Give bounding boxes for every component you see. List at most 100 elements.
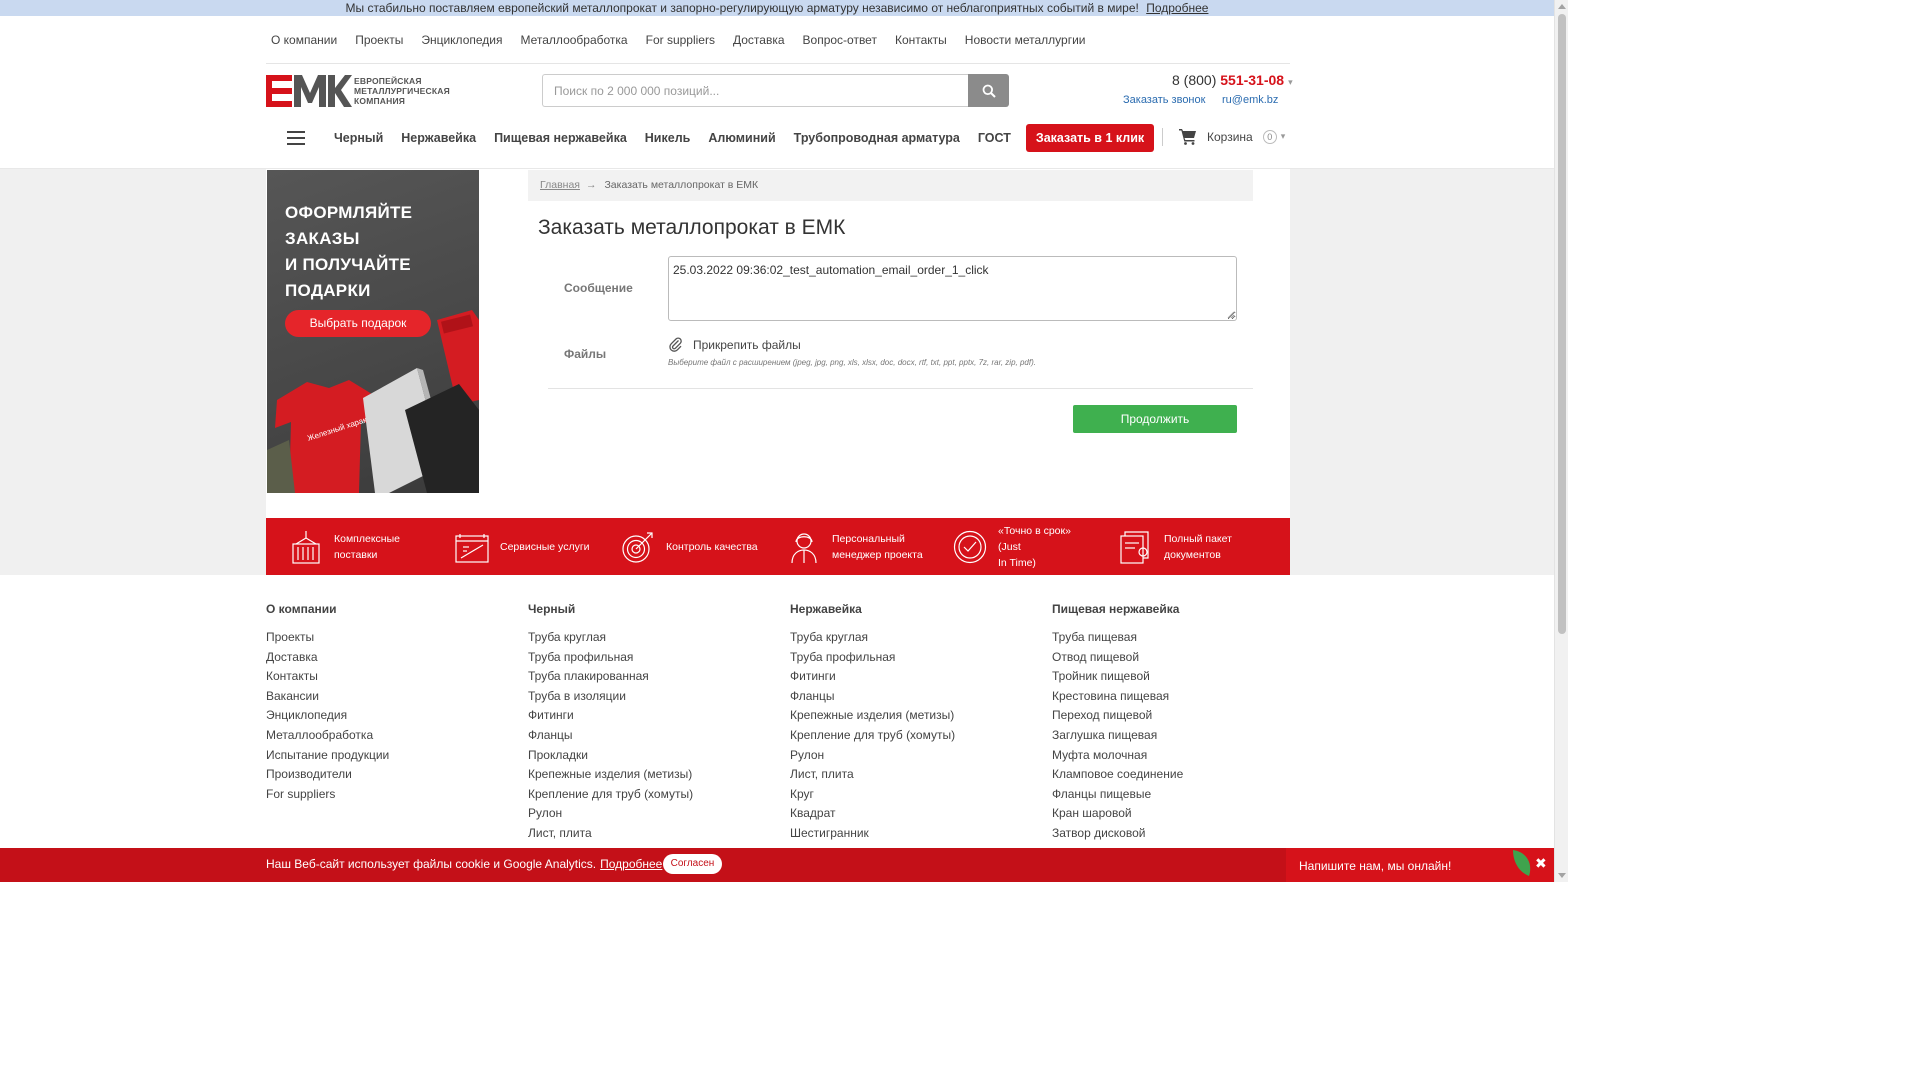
footer-link[interactable]: Отвод пищевой bbox=[1052, 649, 1292, 669]
resize-handle-icon[interactable] bbox=[1227, 311, 1235, 319]
footer-link[interactable]: Энциклопедия bbox=[266, 707, 506, 727]
footer-link[interactable]: Труба в изоляции bbox=[528, 688, 768, 708]
footer-link[interactable]: Прокладки bbox=[528, 747, 768, 767]
footer-link[interactable]: Фитинги bbox=[790, 668, 1030, 688]
footer-link[interactable]: Переход пищевой bbox=[1052, 707, 1292, 727]
nav-item-about[interactable]: О компании bbox=[266, 30, 346, 63]
nav-item-delivery[interactable]: Доставка bbox=[724, 30, 794, 63]
feature-documents: Полный пакет документов bbox=[1096, 518, 1262, 575]
breadcrumb-current: Заказать металлопрокат в ЕМК bbox=[604, 179, 759, 191]
footer-link[interactable]: Проекты bbox=[266, 629, 506, 649]
footer-link[interactable]: Квадрат bbox=[790, 805, 1030, 825]
footer-link[interactable]: Труба круглая bbox=[528, 629, 768, 649]
nav-item-faq[interactable]: Вопрос-ответ bbox=[794, 30, 886, 63]
footer-col-food-stainless: Пищевая нержавейка Труба пищевая Отвод п… bbox=[1052, 601, 1292, 845]
footer-link[interactable]: Лист, плита bbox=[790, 766, 1030, 786]
footer-link[interactable]: Лист, плита bbox=[528, 825, 768, 845]
footer-link[interactable]: Контакты bbox=[266, 668, 506, 688]
category-black[interactable]: Черный bbox=[325, 131, 392, 145]
scrollbar[interactable] bbox=[1554, 0, 1568, 882]
footer-col-black: Черный Труба круглая Труба профильная Тр… bbox=[528, 601, 768, 845]
category-bar: Черный Нержавейка Пищевая нержавейка Ник… bbox=[266, 121, 1290, 155]
footer-heading[interactable]: Нержавейка bbox=[790, 601, 1030, 629]
footer-link[interactable]: Крепежные изделия (метизы) bbox=[790, 707, 1030, 727]
footer-link[interactable]: Фланцы пищевые bbox=[1052, 786, 1292, 806]
promo-banner[interactable]: ОФОРМЛЯЙТЕ ЗАКАЗЫ И ПОЛУЧАЙТЕ ПОДАРКИ Вы… bbox=[267, 170, 479, 493]
footer-link[interactable]: Кламповое соединение bbox=[1052, 766, 1292, 786]
footer-link[interactable]: Вакансии bbox=[266, 688, 506, 708]
footer-link[interactable]: Шестигранник bbox=[790, 825, 1030, 845]
message-label: Сообщение bbox=[564, 281, 633, 295]
cookie-more-link[interactable]: Подробнее bbox=[600, 857, 662, 871]
nav-item-news[interactable]: Новости металлургии bbox=[956, 30, 1095, 63]
emk-logo-mark bbox=[266, 75, 352, 107]
search-box bbox=[542, 74, 1009, 107]
footer-link[interactable]: Труба пищевая bbox=[1052, 629, 1292, 649]
scrollbar-thumb[interactable] bbox=[1558, 14, 1566, 634]
category-gost[interactable]: ГОСТ bbox=[969, 131, 1020, 145]
footer-link[interactable]: Производители bbox=[266, 766, 506, 786]
footer-link[interactable]: For suppliers bbox=[266, 786, 506, 806]
footer-link[interactable]: Труба профильная bbox=[528, 649, 768, 669]
continue-button[interactable]: Продолжить bbox=[1073, 405, 1237, 433]
search-button[interactable] bbox=[968, 74, 1009, 107]
footer-heading[interactable]: Пищевая нержавейка bbox=[1052, 601, 1292, 629]
breadcrumb: Главная → Заказать металлопрокат в ЕМК bbox=[528, 170, 1253, 201]
footer-link[interactable]: Фланцы bbox=[790, 688, 1030, 708]
footer-link[interactable]: Доставка bbox=[266, 649, 506, 669]
cart-button[interactable]: Корзина 0 ▾ bbox=[1179, 128, 1285, 145]
footer-link[interactable]: Испытание продукции bbox=[266, 747, 506, 767]
footer-link[interactable]: Круг bbox=[790, 786, 1030, 806]
footer-link[interactable]: Труба профильная bbox=[790, 649, 1030, 669]
footer-link[interactable]: Крестовина пищевая bbox=[1052, 688, 1292, 708]
category-nickel[interactable]: Никель bbox=[636, 131, 700, 145]
email-link[interactable]: ru@emk.bz bbox=[1222, 94, 1278, 106]
nav-item-metalworking[interactable]: Металлообработка bbox=[511, 30, 636, 63]
logo[interactable]: ЕВРОПЕЙСКАЯ МЕТАЛЛУРГИЧЕСКАЯ КОМПАНИЯ bbox=[266, 75, 466, 107]
nav-item-encyclopedia[interactable]: Энциклопедия bbox=[412, 30, 511, 63]
cookie-notice: Наш Веб-сайт использует файлы cookie и G… bbox=[266, 857, 663, 871]
page-title: Заказать металлопрокат в ЕМК bbox=[538, 216, 846, 239]
footer-link[interactable]: Затвор дисковой bbox=[1052, 825, 1292, 845]
footer-link[interactable]: Труба круглая bbox=[790, 629, 1030, 649]
scroll-up-icon[interactable] bbox=[1558, 4, 1566, 9]
nav-item-projects[interactable]: Проекты bbox=[346, 30, 412, 63]
category-food-stainless[interactable]: Пищевая нержавейка bbox=[485, 131, 636, 145]
feature-complex-supply: Комплексные поставки bbox=[266, 518, 432, 575]
banner-more-link[interactable]: Подробнее bbox=[1146, 1, 1208, 15]
footer-link[interactable]: Рулон bbox=[790, 747, 1030, 767]
phone-number[interactable]: 8 (800) 551-31-08 ▾ bbox=[1172, 72, 1293, 88]
footer-link[interactable]: Кран шаровой bbox=[1052, 805, 1292, 825]
footer-heading[interactable]: Черный bbox=[528, 601, 768, 629]
footer-link[interactable]: Муфта молочная bbox=[1052, 747, 1292, 767]
order-one-click-button[interactable]: Заказать в 1 клик bbox=[1025, 124, 1155, 152]
footer-link[interactable]: Рулон bbox=[528, 805, 768, 825]
category-pipeline-valves[interactable]: Трубопроводная арматура bbox=[785, 131, 969, 145]
close-icon[interactable]: ✖ bbox=[1535, 855, 1547, 872]
attach-files-button[interactable]: Прикрепить файлы bbox=[668, 337, 801, 353]
cookie-accept-button[interactable]: Согласен bbox=[663, 854, 722, 874]
nav-item-contacts[interactable]: Контакты bbox=[886, 30, 956, 63]
category-aluminium[interactable]: Алюминий bbox=[699, 131, 784, 145]
breadcrumb-home[interactable]: Главная bbox=[540, 179, 580, 191]
footer-link[interactable]: Фитинги bbox=[528, 707, 768, 727]
search-input[interactable] bbox=[542, 74, 968, 107]
footer-link[interactable]: Фланцы bbox=[528, 727, 768, 747]
footer-link[interactable]: Крепление для труб (хомуты) bbox=[790, 727, 1030, 747]
request-call-link[interactable]: Заказать звонок bbox=[1123, 94, 1205, 106]
footer-link[interactable]: Крепление для труб (хомуты) bbox=[528, 786, 768, 806]
category-stainless[interactable]: Нержавейка bbox=[392, 131, 485, 145]
scroll-down-icon[interactable] bbox=[1558, 873, 1566, 878]
arrow-right-icon: → bbox=[585, 179, 597, 191]
footer-link[interactable]: Заглушка пищевая bbox=[1052, 727, 1292, 747]
top-banner: Мы стабильно поставляем европейский мета… bbox=[0, 0, 1554, 16]
footer-link[interactable]: Металлообработка bbox=[266, 727, 506, 747]
menu-icon[interactable] bbox=[287, 131, 305, 145]
footer-heading[interactable]: О компании bbox=[266, 601, 506, 629]
nav-item-suppliers[interactable]: For suppliers bbox=[637, 30, 724, 63]
footer-link[interactable]: Тройник пищевой bbox=[1052, 668, 1292, 688]
footer-link[interactable]: Труба плакированная bbox=[528, 668, 768, 688]
footer-link[interactable]: Крепежные изделия (метизы) bbox=[528, 766, 768, 786]
message-textarea[interactable]: 25.03.2022 09:36:02_test_automation_emai… bbox=[668, 256, 1237, 321]
chevron-down-icon: ▾ bbox=[1288, 77, 1293, 87]
